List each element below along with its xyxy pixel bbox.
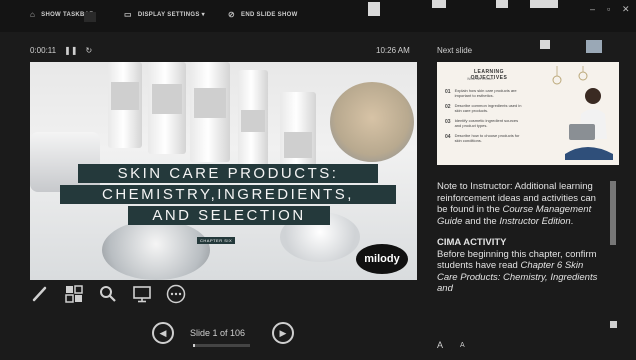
presenter-toolbar: ⌂ SHOW TASKBAR ▭ DISPLAY SETTINGS ▾ ⊘ EN…	[0, 0, 636, 32]
increase-font-icon[interactable]: A	[437, 340, 443, 350]
scroll-down-icon[interactable]	[610, 321, 617, 328]
notes-text: .	[570, 215, 574, 227]
end-slide-show-button[interactable]: ⊘ END SLIDE SHOW	[228, 10, 298, 19]
slide-title-line-3: AND SELECTION	[128, 206, 330, 225]
student-illustration-icon	[565, 88, 613, 160]
next-slide-subtitle: What We'll Learn	[467, 77, 494, 81]
decor-swatch	[586, 40, 602, 53]
screen-icon[interactable]	[132, 284, 152, 304]
notes-text: and the	[462, 215, 500, 227]
pause-icon[interactable]: ❚❚	[64, 46, 77, 55]
objective-item: 03 Identify cosmetic ingredient sources a…	[445, 118, 519, 128]
bottle-4	[238, 70, 268, 170]
objective-item: 02 Describe common ingredients used in sk…	[445, 103, 522, 113]
zoom-icon[interactable]	[98, 284, 118, 304]
restore-icon[interactable]: ▫	[607, 4, 610, 14]
next-slide-preview[interactable]: LEARNING OBJECTIVES What We'll Learn 01 E…	[437, 62, 619, 165]
decor-square	[540, 40, 550, 49]
decrease-font-icon[interactable]: A	[460, 342, 465, 349]
taskbar-tile-3	[496, 0, 508, 8]
objective-item: 04 Describe how to choose products for sk…	[445, 133, 520, 143]
taskbar-icon: ⌂	[30, 10, 36, 19]
pen-icon[interactable]	[30, 284, 50, 304]
end-slide-show-label: END SLIDE SHOW	[241, 11, 298, 18]
taskbar-tile-2	[432, 0, 446, 8]
more-options-icon[interactable]	[166, 284, 186, 304]
speaker-notes[interactable]: Note to Instructor: Additional learning …	[437, 181, 602, 295]
brand-logo: milody	[356, 244, 408, 274]
cotton-swab-jar	[330, 82, 414, 162]
previous-slide-icon[interactable]: ◀	[152, 322, 174, 344]
timer-bar: 0:00:11 ❚❚ ↻	[30, 46, 92, 55]
taskbar-tile-4	[530, 0, 558, 8]
notes-italic-ie: Instructor Edition	[499, 215, 571, 227]
objective-item: 01 Explain how skin care products are imp…	[445, 88, 517, 98]
slide-progress-bar	[193, 344, 250, 347]
toolbar-divider	[84, 12, 96, 22]
display-settings-label: DISPLAY SETTINGS ▾	[137, 12, 205, 18]
slide-title-line-1: SKIN CARE PRODUCTS:	[78, 164, 378, 183]
display-settings-button[interactable]: ▭ DISPLAY SETTINGS ▾	[124, 10, 205, 19]
minimize-icon[interactable]: –	[590, 4, 595, 14]
brand-name: milody	[364, 253, 400, 265]
glass-container	[30, 132, 100, 192]
notes-scroll-thumb[interactable]	[610, 181, 616, 245]
display-icon: ▭	[124, 10, 132, 19]
close-icon[interactable]: ✕	[622, 4, 630, 15]
end-show-icon: ⊘	[228, 10, 236, 19]
next-slide-label: Next slide	[437, 46, 473, 55]
restart-icon[interactable]: ↻	[86, 46, 93, 55]
slide-counter[interactable]: Slide 1 of 106	[190, 328, 245, 338]
notes-scrollbar[interactable]	[609, 181, 617, 331]
slide-progress-fill	[193, 344, 196, 347]
bottle-1	[108, 62, 142, 148]
presenter-tools	[30, 284, 186, 304]
bottle-3	[190, 62, 230, 162]
slide-navigation: ◀ Slide 1 of 106 ▶	[150, 322, 300, 346]
current-slide[interactable]: SKIN CARE PRODUCTS: CHEMISTRY,INGREDIENT…	[30, 62, 417, 280]
bottle-2	[148, 62, 186, 154]
metal-bowl	[102, 220, 210, 280]
slide-grid-icon[interactable]	[64, 284, 84, 304]
slide-title-line-2: CHEMISTRY,INGREDIENTS,	[60, 185, 396, 204]
notes-heading: CIMA ACTIVITY	[437, 237, 507, 248]
elapsed-time: 0:00:11	[30, 46, 57, 55]
next-slide-icon[interactable]: ▶	[272, 322, 294, 344]
chapter-tag: CHAPTER SIX	[197, 237, 236, 244]
clock: 10:26 AM	[376, 46, 410, 55]
taskbar-tile-1	[368, 2, 380, 16]
